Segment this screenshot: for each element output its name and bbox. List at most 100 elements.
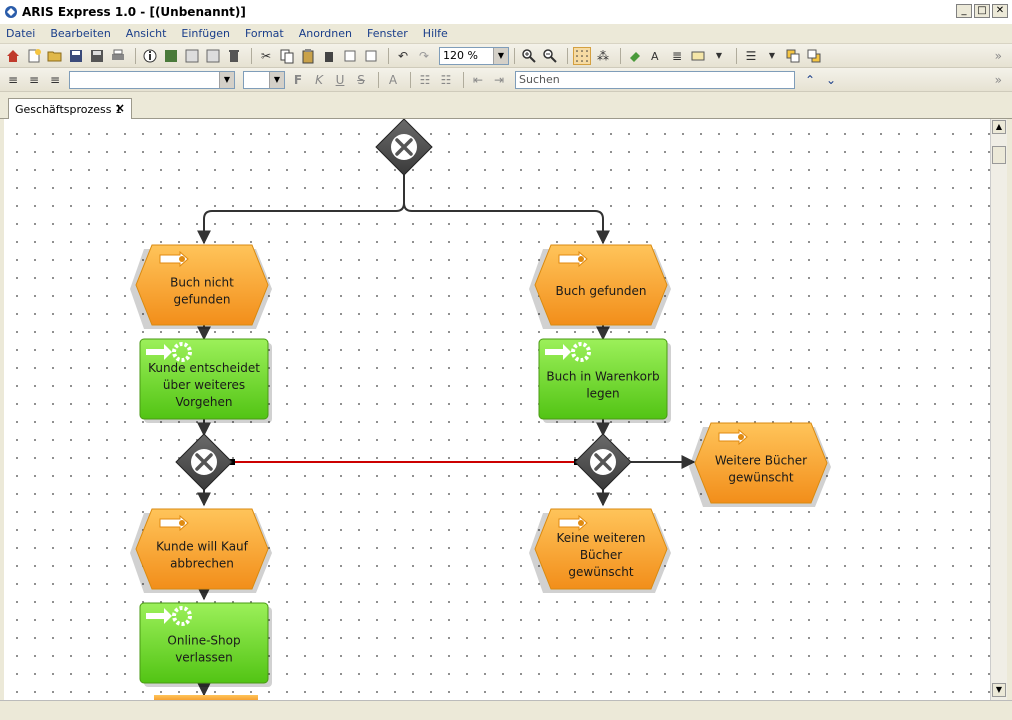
node-label-line: Online-Shop [167,634,240,648]
layout-icon[interactable] [183,47,201,65]
trash-icon[interactable] [225,47,243,65]
tab-close-icon[interactable]: × [115,101,125,115]
grid-icon[interactable] [573,46,591,65]
menu-anordnen[interactable]: Anordnen [299,27,352,40]
export-icon[interactable] [162,47,180,65]
copy-icon[interactable] [278,47,296,65]
menu-fenster[interactable]: Fenster [367,27,408,40]
bold-button[interactable]: F [289,71,307,89]
epc-diagram[interactable]: Buch nicht gefunden Buch gefunden Weitere… [4,119,990,700]
align-icon[interactable]: ☰ [742,47,760,65]
menu-datei[interactable]: Datei [6,27,35,40]
text-format-icon[interactable]: A [384,71,402,89]
gateway-xor-left[interactable] [175,433,233,491]
chevron-down-icon: ▼ [219,71,234,88]
menu-hilfe[interactable]: Hilfe [423,27,448,40]
open-icon[interactable] [46,47,64,65]
node-label-line: über weiteres [163,378,245,392]
toolbar-overflow-icon[interactable]: » [995,73,1002,87]
bullet-list-icon[interactable]: ☷ [437,71,455,89]
diagram-canvas[interactable]: Buch nicht gefunden Buch gefunden Weitere… [4,119,990,700]
format-painter2-icon[interactable] [362,47,380,65]
font-name-select[interactable]: ▼ [69,70,235,89]
align-center-icon[interactable]: ≡ [25,71,43,89]
scroll-thumb[interactable] [992,146,1006,164]
event-keine-weiteren-buecher[interactable]: Keine weiteren Bücher gewünscht [529,508,671,593]
underline-button[interactable]: U [331,71,349,89]
font-size-select[interactable]: ▼ [243,70,285,89]
chevron-down-icon[interactable]: ▼ [710,47,728,65]
line-style-icon[interactable]: ≣ [668,47,686,65]
format-painter-icon[interactable] [341,47,359,65]
connector-split[interactable] [403,202,610,245]
chevron-down-icon[interactable]: ▼ [763,47,781,65]
outdent-icon[interactable]: ⇤ [469,71,487,89]
toolbar-separator [135,47,136,64]
event-buch-nicht-gefunden[interactable]: Buch nicht gefunden [130,244,272,329]
send-back-icon[interactable] [805,47,823,65]
menu-bearbeiten[interactable]: Bearbeiten [50,27,110,40]
function-kunde-entscheidet[interactable]: Kunde entscheidet über weiteres Vorgehen [139,338,272,423]
strike-button[interactable]: S [352,71,370,89]
menu-einfuegen[interactable]: Einfügen [181,27,230,40]
home-icon[interactable] [4,47,22,65]
search-next-icon[interactable]: ⌄ [822,71,840,89]
search-prev-icon[interactable]: ⌃ [801,71,819,89]
cut-icon[interactable]: ✂ [257,47,275,65]
vertical-scrollbar[interactable]: ▲ ▼ [990,119,1007,700]
main-toolbar: ✂ ↶ ↷ 120 % ▼ ⁂ A ≣ ▼ ☰ ▼ » [0,44,1012,68]
zoom-out-icon[interactable] [541,47,559,65]
scroll-down-icon[interactable]: ▼ [992,683,1006,697]
gateway-xor-top[interactable] [375,119,433,176]
window-title: ARIS Express 1.0 - [(Unbenannt)] [22,5,246,19]
event-kunde-will-kauf-abbrechen[interactable]: Kunde will Kauf abbrechen [130,508,272,593]
xor-icon [391,134,417,160]
numbered-list-icon[interactable]: ☷ [416,71,434,89]
new-icon[interactable] [25,47,43,65]
bring-front-icon[interactable] [784,47,802,65]
print-icon[interactable] [109,47,127,65]
event-buch-gefunden[interactable]: Buch gefunden [529,244,671,329]
scroll-up-icon[interactable]: ▲ [992,120,1006,134]
paste-icon[interactable] [299,47,317,65]
delete-icon[interactable] [320,47,338,65]
node-label-line: Kunde will Kauf [156,540,249,554]
function-buch-in-warenkorb[interactable]: Buch in Warenkorb legen [538,338,671,423]
node-label-line: verlassen [175,651,233,665]
zoom-select[interactable]: 120 % ▼ [439,46,509,65]
undo-icon[interactable]: ↶ [394,47,412,65]
redo-icon[interactable]: ↷ [415,47,433,65]
document-tabs: Geschäftsprozess 1 × [0,93,1012,119]
node-label-line: Weitere Bücher [715,454,807,468]
align-right-icon[interactable]: ≡ [46,71,64,89]
status-bar [0,700,1012,720]
search-input[interactable]: Suchen [515,70,795,89]
menu-format[interactable]: Format [245,27,284,40]
shape-icon[interactable] [689,47,707,65]
info-icon[interactable] [141,47,159,65]
toolbar-separator [514,47,515,64]
fill-color-icon[interactable] [626,47,644,65]
align-left-icon[interactable]: ≡ [4,71,22,89]
maximize-button[interactable]: □ [974,4,990,18]
italic-button[interactable]: K [310,71,328,89]
function-online-shop-verlassen[interactable]: Online-Shop verlassen [139,602,272,687]
gateway-xor-right[interactable] [574,433,632,491]
event-weitere-buecher-gewuenscht[interactable]: Weitere Bücher gewünscht [689,422,831,507]
node-label-line: Buch nicht [170,276,234,290]
tab-geschaeftsprozess-1[interactable]: Geschäftsprozess 1 × [8,98,132,119]
toolbar-overflow-icon[interactable]: » [995,49,1002,63]
menu-ansicht[interactable]: Ansicht [126,27,167,40]
save-icon[interactable] [67,47,85,65]
save-all-icon[interactable] [88,47,106,65]
indent-icon[interactable]: ⇥ [490,71,508,89]
aris-logo-icon [5,6,17,18]
node-label-line: Vorgehen [176,395,233,409]
snap-icon[interactable]: ⁂ [594,47,612,65]
close-button[interactable]: ✕ [992,4,1008,18]
layout2-icon[interactable] [204,47,222,65]
zoom-in-icon[interactable] [520,47,538,65]
text-color-icon[interactable]: A [647,47,665,65]
minimize-button[interactable]: _ [956,4,972,18]
connector-split[interactable] [197,175,405,245]
